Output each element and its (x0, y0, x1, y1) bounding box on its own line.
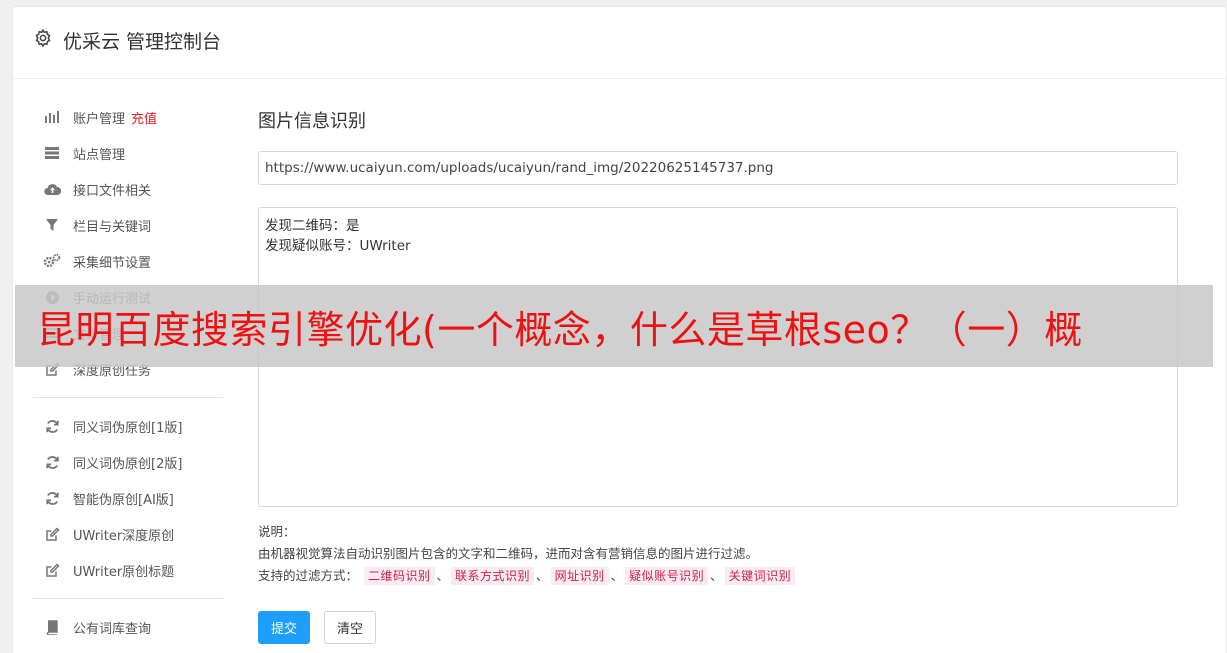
brand[interactable]: 优采云 管理控制台 (33, 27, 221, 54)
sidebar-item[interactable]: 同义词伪原创[1版] (33, 408, 223, 444)
refresh-icon (43, 453, 61, 471)
sidebar-item-label: 站点管理 (73, 147, 126, 163)
filter-tag: 疑似账号识别 (625, 567, 709, 585)
filter-tag: 网址识别 (550, 567, 609, 585)
filter-separator: 、 (536, 568, 549, 583)
gears-icon (43, 252, 61, 270)
sidebar-item-label: UWriter原创标题 (73, 564, 175, 580)
sidebar-item[interactable]: 智能伪原创[AI版] (33, 480, 223, 516)
description: 说明： 由机器视觉算法自动识别图片包含的文字和二维码，进而对含有营销信息的图片进… (258, 521, 1178, 587)
result-line: 发现二维码：是 (265, 218, 360, 234)
refresh-icon (43, 417, 61, 435)
sidebar-item[interactable]: 账户管理 充值 (33, 99, 223, 135)
sidebar-item-label: 同义词伪原创[2版] (73, 456, 183, 472)
sidebar-item[interactable]: 接口文件相关 (33, 171, 223, 207)
sidebar-item[interactable]: UWriter深度原创 (33, 516, 223, 552)
desc-label: 说明： (258, 524, 296, 539)
cloud-upload-icon (43, 180, 61, 198)
sidebar-item[interactable]: 采集细节设置 (33, 243, 223, 279)
filter-separator: 、 (710, 568, 723, 583)
sidebar-item[interactable]: 同义词伪原创[2版] (33, 444, 223, 480)
button-row: 提交 清空 (258, 611, 1178, 644)
sidebar-item-label: 公有词库查询 (73, 621, 152, 637)
image-url-input[interactable]: https://www.ucaiyun.com/uploads/ucaiyun/… (258, 151, 1178, 185)
sidebar-item-label: 账户管理 (73, 111, 126, 127)
main-content: 图片信息识别 https://www.ucaiyun.com/uploads/u… (258, 107, 1178, 644)
sidebar-item-label: 栏目与关键词 (73, 219, 152, 235)
sidebar-item-label: 采集细节设置 (73, 255, 152, 271)
overlay-text: 昆明百度搜索引擎优化(一个概念，什么是草根seo？（一）概 (37, 307, 1083, 352)
filter-tag: 关键词识别 (724, 567, 796, 585)
result-line: 发现疑似账号：UWriter (265, 238, 411, 254)
server-icon (43, 144, 61, 162)
book-icon (43, 618, 61, 636)
gear-icon (33, 28, 53, 53)
sidebar-item[interactable]: 栏目与关键词 (33, 207, 223, 243)
app-title: 优采云 管理控制台 (63, 31, 222, 53)
filter-tag: 二维码识别 (364, 567, 435, 585)
bar-chart-icon (43, 108, 61, 126)
filter-tag: 联系方式识别 (451, 567, 535, 585)
top-bar: 优采云 管理控制台 (13, 7, 1226, 79)
submit-button[interactable]: 提交 (258, 611, 311, 644)
sidebar-item-label: 智能伪原创[AI版] (73, 492, 174, 508)
sidebar-item[interactable]: 站点管理 (33, 135, 223, 171)
sidebar-divider (33, 397, 223, 398)
filter-methods: 支持的过滤方式： 二维码识别、联系方式识别、网址识别、疑似账号识别、关键词识别 (258, 565, 1178, 587)
page-title: 图片信息识别 (258, 111, 366, 132)
edit-icon (43, 561, 61, 579)
sidebar-item[interactable]: 公有词库查询 (33, 609, 223, 645)
filter-icon (43, 216, 61, 234)
clear-button[interactable]: 清空 (324, 611, 377, 644)
desc-text: 由机器视觉算法自动识别图片包含的文字和二维码，进而对含有营销信息的图片进行过滤。 (258, 546, 759, 561)
sidebar-item-label: 同义词伪原创[1版] (73, 420, 183, 436)
sidebar-item[interactable]: UWriter原创标题 (33, 552, 223, 588)
filter-label: 支持的过滤方式： (258, 568, 359, 583)
filter-separator: 、 (610, 568, 624, 583)
refresh-icon (43, 489, 61, 507)
overlay-banner: 昆明百度搜索引擎优化(一个概念，什么是草根seo？（一）概 (15, 285, 1213, 367)
filter-separator: 、 (436, 568, 450, 583)
sidebar-divider (33, 598, 223, 599)
sidebar-item-label: 接口文件相关 (73, 183, 152, 199)
sidebar-item-label: UWriter深度原创 (73, 528, 175, 544)
sidebar: 账户管理充值站点管理接口文件相关栏目与关键词采集细节设置手动运行测试文章管理深度… (33, 99, 223, 645)
edit-icon (43, 525, 61, 543)
recharge-link[interactable]: 充值 (131, 108, 157, 127)
